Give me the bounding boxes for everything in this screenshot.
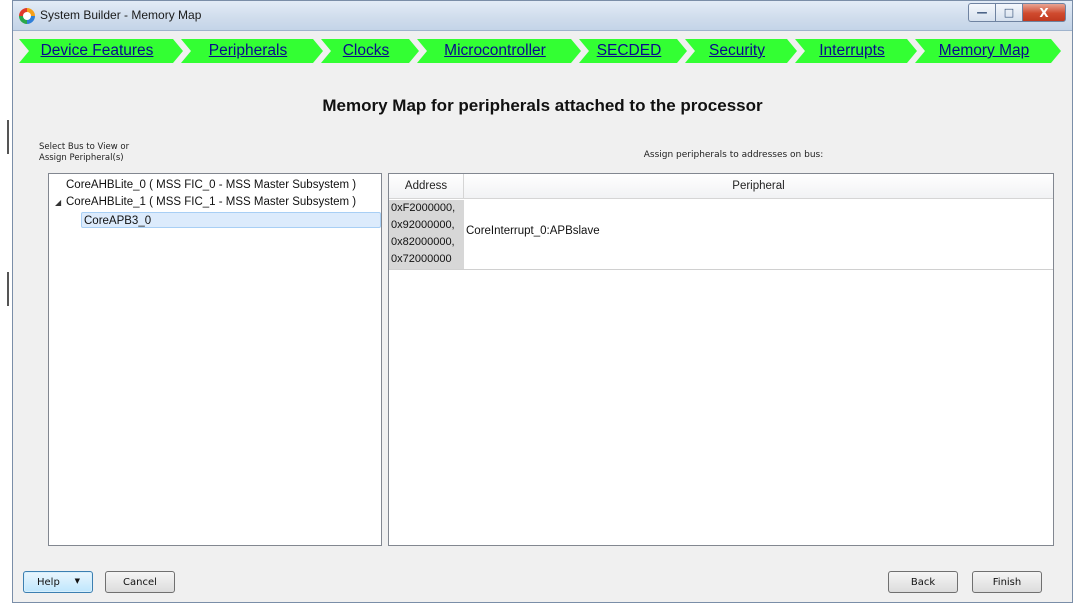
tree-item-coreahblite-1[interactable]: CoreAHBLite_1 ( MSS FIC_1 - MSS Master S…: [66, 194, 356, 210]
address-value: 0xF2000000,: [391, 202, 456, 214]
maximize-button[interactable]: □: [995, 3, 1022, 22]
address-cell[interactable]: 0xF2000000, 0x92000000, 0x82000000, 0x72…: [389, 200, 464, 269]
step-secded[interactable]: SECDED: [579, 39, 687, 63]
edge-mark: [7, 272, 9, 306]
column-header-peripheral[interactable]: Peripheral: [464, 174, 1053, 199]
step-label: Clocks: [342, 42, 390, 59]
step-interrupts[interactable]: Interrupts: [795, 39, 917, 63]
finish-button[interactable]: Finish: [972, 571, 1042, 593]
edge-mark: [7, 120, 9, 154]
step-clocks[interactable]: Clocks: [321, 39, 419, 63]
address-value: 0x92000000,: [391, 219, 455, 231]
tree-item-coreahblite-0[interactable]: CoreAHBLite_0 ( MSS FIC_0 - MSS Master S…: [66, 177, 356, 193]
minimize-button[interactable]: —: [968, 3, 995, 22]
bus-select-caption: Select Bus to View or Assign Peripheral(…: [39, 142, 129, 164]
memory-map-table: Address Peripheral 0xF2000000, 0x9200000…: [388, 173, 1054, 546]
assign-caption: Assign peripherals to addresses on bus:: [643, 150, 824, 160]
help-label: Help: [37, 576, 60, 588]
address-value: 0x72000000: [391, 253, 452, 265]
window-title: System Builder - Memory Map: [40, 8, 202, 22]
peripheral-cell[interactable]: CoreInterrupt_0:APBslave: [466, 225, 600, 237]
help-button[interactable]: Help ▼: [23, 571, 93, 593]
dropdown-caret-icon: ▼: [74, 577, 80, 585]
step-memory-map[interactable]: Memory Map: [915, 39, 1061, 63]
bus-tree[interactable]: CoreAHBLite_0 ( MSS FIC_0 - MSS Master S…: [48, 173, 382, 546]
page-title: Memory Map for peripherals attached to t…: [322, 96, 763, 115]
step-label: Peripherals: [208, 42, 288, 59]
step-security[interactable]: Security: [685, 39, 797, 63]
column-header-address[interactable]: Address: [389, 174, 464, 199]
desktop-edge: [0, 0, 12, 603]
wizard-steps: Device Features Peripherals Clocks Micro…: [19, 39, 1063, 63]
system-builder-window: System Builder - Memory Map — □ X Device…: [12, 0, 1073, 603]
close-button[interactable]: X: [1022, 3, 1066, 22]
app-logo-icon: [19, 8, 35, 24]
address-value: 0x82000000,: [391, 236, 455, 248]
cancel-button[interactable]: Cancel: [105, 571, 175, 593]
step-peripherals[interactable]: Peripherals: [181, 39, 323, 63]
tree-item-coreapb3-0[interactable]: CoreAPB3_0: [81, 212, 381, 228]
back-button[interactable]: Back: [888, 571, 958, 593]
step-microcontroller[interactable]: Microcontroller: [417, 39, 581, 63]
step-label: SECDED: [596, 42, 662, 59]
step-label: Security: [709, 42, 765, 59]
step-label: Device Features: [40, 42, 154, 59]
window-controls: — □ X: [968, 3, 1066, 22]
caption-line: Assign Peripheral(s): [39, 153, 124, 163]
title-bar[interactable]: System Builder - Memory Map — □ X: [13, 1, 1072, 31]
expand-arrow-icon[interactable]: ◢: [55, 198, 61, 207]
step-label: Microcontroller: [444, 42, 546, 59]
step-label: Memory Map: [938, 42, 1030, 59]
step-label: Interrupts: [819, 42, 885, 59]
row-divider: [389, 269, 1053, 270]
step-device-features[interactable]: Device Features: [19, 39, 183, 63]
caption-line: Select Bus to View or: [39, 142, 130, 152]
